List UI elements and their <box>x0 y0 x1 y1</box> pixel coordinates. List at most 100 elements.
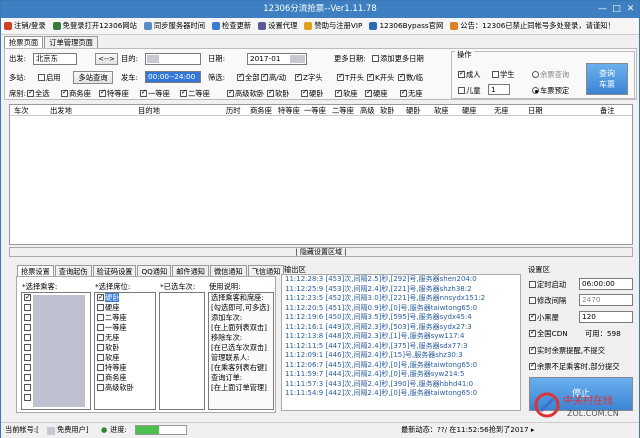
seat-class-checkbox[interactable]: 二等座 <box>180 88 210 99</box>
column-header[interactable]: 商务座 <box>250 106 272 116</box>
timed-start-input[interactable]: 06:00:00 <box>579 278 633 290</box>
log-line: 11:11:54:9 [442]次,间隔2.4]秒,[0]号,服务器taiwto… <box>285 389 478 397</box>
from-station-input[interactable]: 北京东 <box>33 53 77 65</box>
blacklist-checkbox[interactable]: 小黑屋 <box>529 312 559 323</box>
column-header[interactable]: 软卧 <box>380 106 395 116</box>
checkbox-icon <box>295 72 302 81</box>
toolbar-item[interactable]: 检查更新 <box>212 21 251 31</box>
hide-settings-bar[interactable]: | 隐藏设置区域 | <box>9 247 633 257</box>
usage-line: 选择乘客和席座: <box>211 293 264 302</box>
checkbox-icon <box>97 314 104 321</box>
depart-time-label: 发车: <box>121 73 139 82</box>
tab-grab-tickets[interactable]: 抢票页面 <box>4 36 44 48</box>
column-header[interactable]: 一等座 <box>304 106 326 116</box>
list-item[interactable]: 高级软卧 <box>95 383 155 393</box>
filter-checkbox[interactable]: Z字头 <box>295 72 323 83</box>
adult-checkbox[interactable]: 成人 <box>458 69 481 80</box>
column-header[interactable]: 历时 <box>226 106 241 116</box>
log-line: 11:12:09:1 [446]次,间隔2.4]秒,[15]号,服务器shz30… <box>285 351 463 359</box>
column-header[interactable]: 特等座 <box>278 106 300 116</box>
filter-checkbox[interactable]: 高/动 <box>261 72 286 83</box>
column-header[interactable]: 软座 <box>434 106 449 116</box>
toolbar-item[interactable]: 注销/登录 <box>4 21 46 31</box>
watermark-logo: 中关村在线 ZOL.COM.CN <box>533 391 640 421</box>
column-header[interactable]: 硬座 <box>462 106 477 116</box>
list-item[interactable]: 特等座 <box>95 363 155 373</box>
child-count-stepper[interactable]: 1 <box>488 84 510 95</box>
selected-trains-list[interactable] <box>159 292 205 410</box>
main-tabs: 抢票页面 订单管理页面 <box>4 36 99 48</box>
checkbox-icon <box>337 72 344 81</box>
add-more-dates-checkbox[interactable]: 添加更多日期 <box>372 54 424 64</box>
toolbar-item[interactable]: 赞助与注册VIP <box>304 21 362 31</box>
tab-order-manage[interactable]: 订单管理页面 <box>44 36 98 48</box>
seat-class-checkbox[interactable]: 无座 <box>400 88 423 99</box>
toolbar-item[interactable]: 公告：12306已禁止同帐号多处登录，请谨知！ <box>450 21 615 31</box>
enable-multi-station-checkbox[interactable]: 启用 <box>38 73 61 83</box>
timed-start-checkbox[interactable]: 定时启动 <box>529 280 566 290</box>
modify-interval-checkbox[interactable]: 修改间隔 <box>529 296 566 306</box>
depart-time-select[interactable]: 00:00--24:00 <box>145 71 201 83</box>
filter-checkbox[interactable]: 全部 <box>237 72 260 83</box>
seat-class-checkbox[interactable]: 软卧 <box>267 88 290 99</box>
toolbar-item-label: 12306Bypass官网 <box>379 21 444 30</box>
seat-class-checkbox[interactable]: 硬卧 <box>301 88 324 99</box>
toolbar-item[interactable]: 免登录打开12306网站 <box>52 21 137 31</box>
to-label: 目的: <box>121 54 139 63</box>
list-item[interactable]: 商务座 <box>95 373 155 383</box>
watermark-title: 中关村在线 <box>563 394 613 407</box>
interval-input[interactable]: 2470 <box>579 294 633 306</box>
seat-class-checkbox[interactable]: 一等座 <box>140 88 170 99</box>
list-item[interactable]: 硬卧 <box>95 293 155 303</box>
column-header[interactable]: 二等座 <box>332 106 354 116</box>
list-item[interactable]: 无座 <box>95 333 155 343</box>
list-item[interactable]: 软卧 <box>95 343 155 353</box>
close-button[interactable]: ✕ <box>624 3 637 15</box>
blacklist-input[interactable]: 120 <box>579 311 633 323</box>
status-bar: 当前帐号:[ 免费用户] ● 进度: 最新动态：??/ 在11:52:56抢到了… <box>1 422 639 438</box>
child-checkbox[interactable]: 儿童 <box>458 86 481 96</box>
checkbox-icon <box>97 364 104 371</box>
seat-class-checkbox[interactable]: 软座 <box>335 88 358 99</box>
column-header[interactable]: 日期 <box>528 106 543 116</box>
toolbar-item[interactable]: 同步服务器时间 <box>143 21 205 31</box>
toolbar-item[interactable]: 设置代理 <box>258 21 297 31</box>
more-dates-label: 更多日期: <box>334 54 366 63</box>
partial-submit-checkbox[interactable]: 余票不足乘客时,部分提交 <box>529 361 620 372</box>
column-header[interactable]: 备注 <box>600 106 615 116</box>
maximize-button[interactable]: □ <box>610 3 623 15</box>
reserve-radio[interactable]: 车票预定 <box>532 86 569 96</box>
title-bar: 12306分流抢票--Ver1.11.78 — □ ✕ <box>1 1 639 18</box>
list-item[interactable]: 软座 <box>95 353 155 363</box>
column-header[interactable]: 高级 <box>360 106 375 116</box>
column-header[interactable]: 目的地 <box>138 106 160 116</box>
log-list[interactable]: 11:12:28:3 [453]次,间隔2.5]秒,[292]号,服务器shen… <box>281 274 521 411</box>
student-checkbox[interactable]: 学生 <box>492 70 515 80</box>
filter-checkbox[interactable]: K开头 <box>367 72 394 83</box>
column-header[interactable]: 无座 <box>494 106 509 116</box>
seat-option-label: 高级软卧 <box>105 383 134 392</box>
multi-station-query-button[interactable]: 多站查询 <box>73 71 113 84</box>
remaining-query-radio[interactable]: 余票查询 <box>532 70 569 80</box>
column-header[interactable]: 出发地 <box>50 106 72 116</box>
seat-class-checkbox[interactable]: 商务座 <box>61 88 91 99</box>
column-header[interactable]: 硬卧 <box>406 106 421 116</box>
seat-class-checkbox[interactable]: 硬座 <box>365 88 388 99</box>
list-item[interactable]: 二等座 <box>95 313 155 323</box>
seat-class-checkbox[interactable]: 全选 <box>27 88 50 99</box>
latest-activity: 最新动态：??/ 在11:52:56抢到了2017 ▸ <box>401 425 535 434</box>
realtime-alert-checkbox[interactable]: 实时余票提醒,不提交 <box>529 345 605 356</box>
query-tickets-button[interactable]: 查询 车票 <box>586 63 628 95</box>
seat-class-checkbox[interactable]: 特等座 <box>99 88 129 99</box>
minimize-button[interactable]: — <box>596 3 609 15</box>
filter-checkbox[interactable]: 数/临 <box>398 72 423 83</box>
toolbar-item[interactable]: 12306Bypass官网 <box>369 21 443 31</box>
list-item[interactable]: 硬座 <box>95 303 155 313</box>
filter-checkbox[interactable]: T开头 <box>337 72 364 83</box>
swap-stations-button[interactable]: <--> <box>95 53 118 65</box>
seat-preference-list[interactable]: 硬卧硬座二等座一等座无座软卧软座特等座商务座高级软卧 <box>94 292 156 410</box>
national-cdn-checkbox[interactable]: 全国CDN <box>529 328 568 339</box>
list-item[interactable]: 一等座 <box>95 323 155 333</box>
column-header[interactable]: 车次 <box>14 106 29 116</box>
seat-class-checkbox[interactable]: 高级软卧 <box>227 88 264 99</box>
